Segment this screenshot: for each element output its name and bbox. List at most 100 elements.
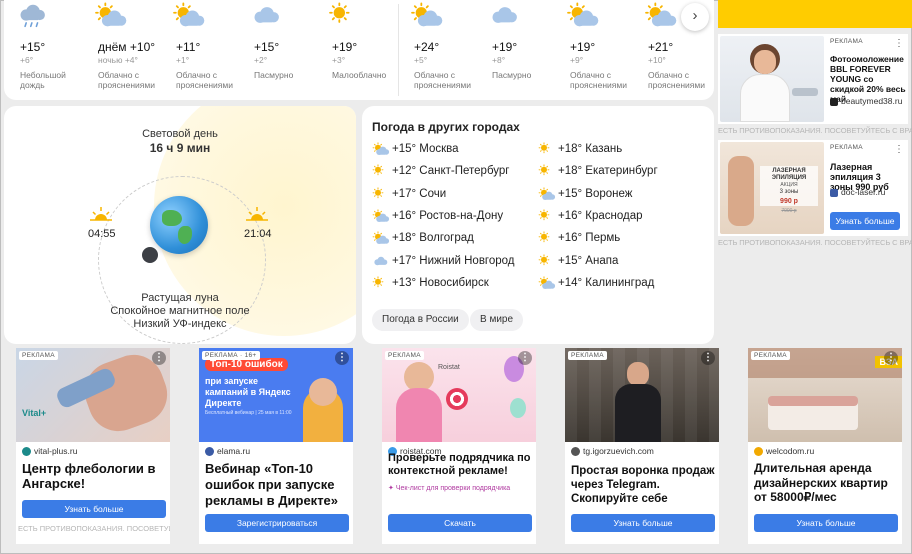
favicon-icon [754, 447, 763, 457]
forecast-day[interactable]: +19° +9° Облачно с прояснениями [556, 0, 628, 100]
more-icon[interactable]: ⋮ [884, 351, 898, 365]
forecast-day[interactable]: +19° +3° Малооблачно [318, 0, 390, 100]
city-weather-link[interactable]: +13° Новосибирск [372, 276, 489, 290]
city-icon-wrap [538, 209, 556, 223]
condition: Облачно с прояснениями [98, 70, 155, 90]
bottom-ad-4[interactable]: РЕКЛАМА ⋮ tg.igorzuevich.com Простая вор… [565, 348, 719, 544]
sun-cloud-icon [95, 2, 127, 27]
condition: Небольшой дождь [20, 70, 66, 90]
city-weather-link[interactable]: +16° Ростов-на-Дону [372, 209, 503, 223]
learn-more-button[interactable]: Узнать больше [830, 212, 900, 230]
city-weather-link[interactable]: +17° Сочи [372, 186, 447, 201]
condition: Облачно с прояснениями [648, 70, 705, 90]
day-temp: +15° [254, 40, 280, 54]
uv-index: Низкий УФ-индекс [133, 318, 227, 330]
right-ad-1[interactable]: РЕКЛАМА ⋮ Фотоомоложение BBL FOREVER YOU… [718, 34, 908, 124]
forecast-day[interactable]: днём +10° ночью +4° Облачно с прояснениями [84, 0, 156, 100]
ad-title[interactable]: Простая воронка продаж через Telegram. С… [571, 464, 719, 506]
ad-cta-button[interactable]: Скачать [388, 514, 532, 532]
city-icon-wrap [372, 164, 390, 178]
bottom-ad-5[interactable]: ВЗА РЕКЛАМА ⋮ welcodom.ru Длительная аре… [748, 348, 902, 544]
more-icon[interactable]: ⋮ [518, 351, 532, 365]
day-temp: +11° [176, 40, 201, 54]
city-weather-link[interactable]: +15° Воронеж [538, 186, 632, 201]
city-label: +16° Ростов-на-Дону [392, 209, 504, 222]
next-arrow-button[interactable]: › [681, 3, 709, 31]
ad-cta-button[interactable]: Зарегистрироваться [205, 514, 349, 532]
night-temp: +8° [492, 55, 506, 65]
city-label: +17° Нижний Новгород [392, 254, 515, 267]
russia-weather-button[interactable]: Погода в России [372, 309, 469, 331]
city-weather-link[interactable]: +14° Калининград [538, 276, 654, 290]
city-icon-wrap [372, 142, 390, 156]
bottom-ad-2[interactable]: Топ-10 ошибок при запуске кампаний в Янд… [199, 348, 353, 544]
ad-title[interactable]: Длительная аренда дизайнерских квартир о… [754, 461, 902, 505]
city-label: +18° Казань [558, 143, 623, 156]
forecast-day[interactable]: +19° +8° Пасмурно [478, 0, 550, 100]
ad-subtitle[interactable]: ✦ Чек-лист для проверки подрядчика [388, 484, 510, 492]
more-icon[interactable]: ⋮ [335, 351, 349, 365]
more-icon[interactable]: ⋮ [152, 351, 166, 365]
ad-cta-button[interactable]: Узнать больше [571, 514, 715, 532]
day-temp: +15° [20, 40, 46, 54]
ad-domain[interactable]: welcodom.ru [754, 446, 814, 457]
rain-cloud-icon [20, 4, 45, 28]
learn-more-button[interactable]: Узнать больше [22, 500, 166, 518]
ad-domain[interactable]: beautymed38.ru [830, 96, 902, 106]
city-icon-wrap [538, 164, 556, 178]
forecast-day[interactable]: +24° +5° Облачно с прояснениями [400, 0, 472, 100]
world-weather-button[interactable]: В мире [470, 309, 524, 331]
sun-icon [538, 209, 550, 221]
city-weather-link[interactable]: +18° Казань [538, 142, 622, 156]
city-label: +18° Екатеринбург [558, 165, 658, 178]
sun-icon [538, 164, 550, 176]
cloud-icon [492, 7, 517, 23]
city-icon-wrap [372, 231, 390, 245]
forecast-day[interactable]: +15° +6° Небольшой дождь [6, 0, 78, 100]
ad-title[interactable]: Проверьте подрядчика по контекстной рекл… [388, 452, 536, 478]
right-ad-2[interactable]: ЛАЗЕРНАЯ ЭПИЛЯЦИЯ АКЦИЯ 3 зоны 990 р 700… [718, 140, 908, 236]
city-weather-link[interactable]: +15° Москва [372, 142, 459, 156]
city-label: +15° Москва [392, 143, 459, 156]
condition: Облачно с прояснениями [414, 70, 471, 90]
ad-cta-button[interactable]: Узнать больше [754, 514, 898, 532]
day-temp: днём +10° [98, 40, 156, 54]
ad-label: РЕКЛАМА · 16+ [202, 351, 260, 360]
ad-domain[interactable]: tg.igorzuevich.com [571, 446, 654, 457]
cloud-icon [254, 7, 279, 23]
sunrise-time: 04:55 [88, 228, 116, 240]
more-icon[interactable]: ⋮ [701, 351, 715, 365]
ad-label: РЕКЛАМА [19, 351, 58, 360]
ad-image-text: при запуске кампаний в Яндекс Директе [205, 376, 291, 408]
forecast-day[interactable]: +15° +2° Пасмурно [240, 0, 312, 100]
ad-image: Roistat [382, 348, 536, 442]
sun-panel: Световой день 16 ч 9 мин 04:55 21:04 Рас… [4, 106, 356, 344]
ad-image: Vital+ [16, 348, 170, 442]
ad-domain[interactable]: vital-plus.ru [22, 446, 77, 457]
day-temp: +21° [648, 40, 674, 54]
ad-domain[interactable]: elama.ru [205, 446, 250, 457]
city-weather-link[interactable]: +12° Санкт-Петербург [372, 164, 510, 178]
ad-domain[interactable]: doc-laser.ru [830, 187, 885, 197]
more-icon[interactable]: ⋮ [894, 144, 904, 155]
city-weather-link[interactable]: +16° Краснодар [538, 209, 643, 223]
city-weather-link[interactable]: +16° Пермь [538, 231, 620, 245]
ad-title[interactable]: Вебинар «Топ-10 ошибок при запуске рекла… [205, 461, 353, 509]
ad-image-old-price: 7000 р [781, 208, 797, 214]
ad-image: ЛАЗЕРНАЯ ЭПИЛЯЦИЯ АКЦИЯ 3 зоны 990 р 700… [720, 142, 824, 234]
ad-title[interactable]: Центр флебологии в Ангарске! [22, 461, 170, 491]
city-weather-link[interactable]: +17° Нижний Новгород [372, 254, 515, 268]
moon-icon [142, 247, 158, 263]
city-weather-link[interactable]: +18° Екатеринбург [538, 164, 658, 178]
forecast-day[interactable]: +11° +1° Облачно с прояснениями [162, 0, 234, 100]
bottom-ad-3[interactable]: Roistat РЕКЛАМА ⋮ roistat.com Проверьте … [382, 348, 536, 544]
city-weather-link[interactable]: +18° Волгоград [372, 231, 474, 245]
roistat-logo: Roistat [438, 364, 460, 371]
more-icon[interactable]: ⋮ [894, 38, 904, 49]
cities-title: Погода в других городах [372, 120, 520, 134]
bottom-ad-1[interactable]: Vital+ РЕКЛАМА ⋮ vital-plus.ru Центр фле… [16, 348, 170, 544]
city-label: +17° Сочи [392, 187, 447, 200]
ad-image: Топ-10 ошибок при запуске кампаний в Янд… [199, 348, 353, 442]
city-weather-link[interactable]: +15° Анапа [538, 253, 618, 268]
sun-cloud-icon [538, 276, 556, 289]
